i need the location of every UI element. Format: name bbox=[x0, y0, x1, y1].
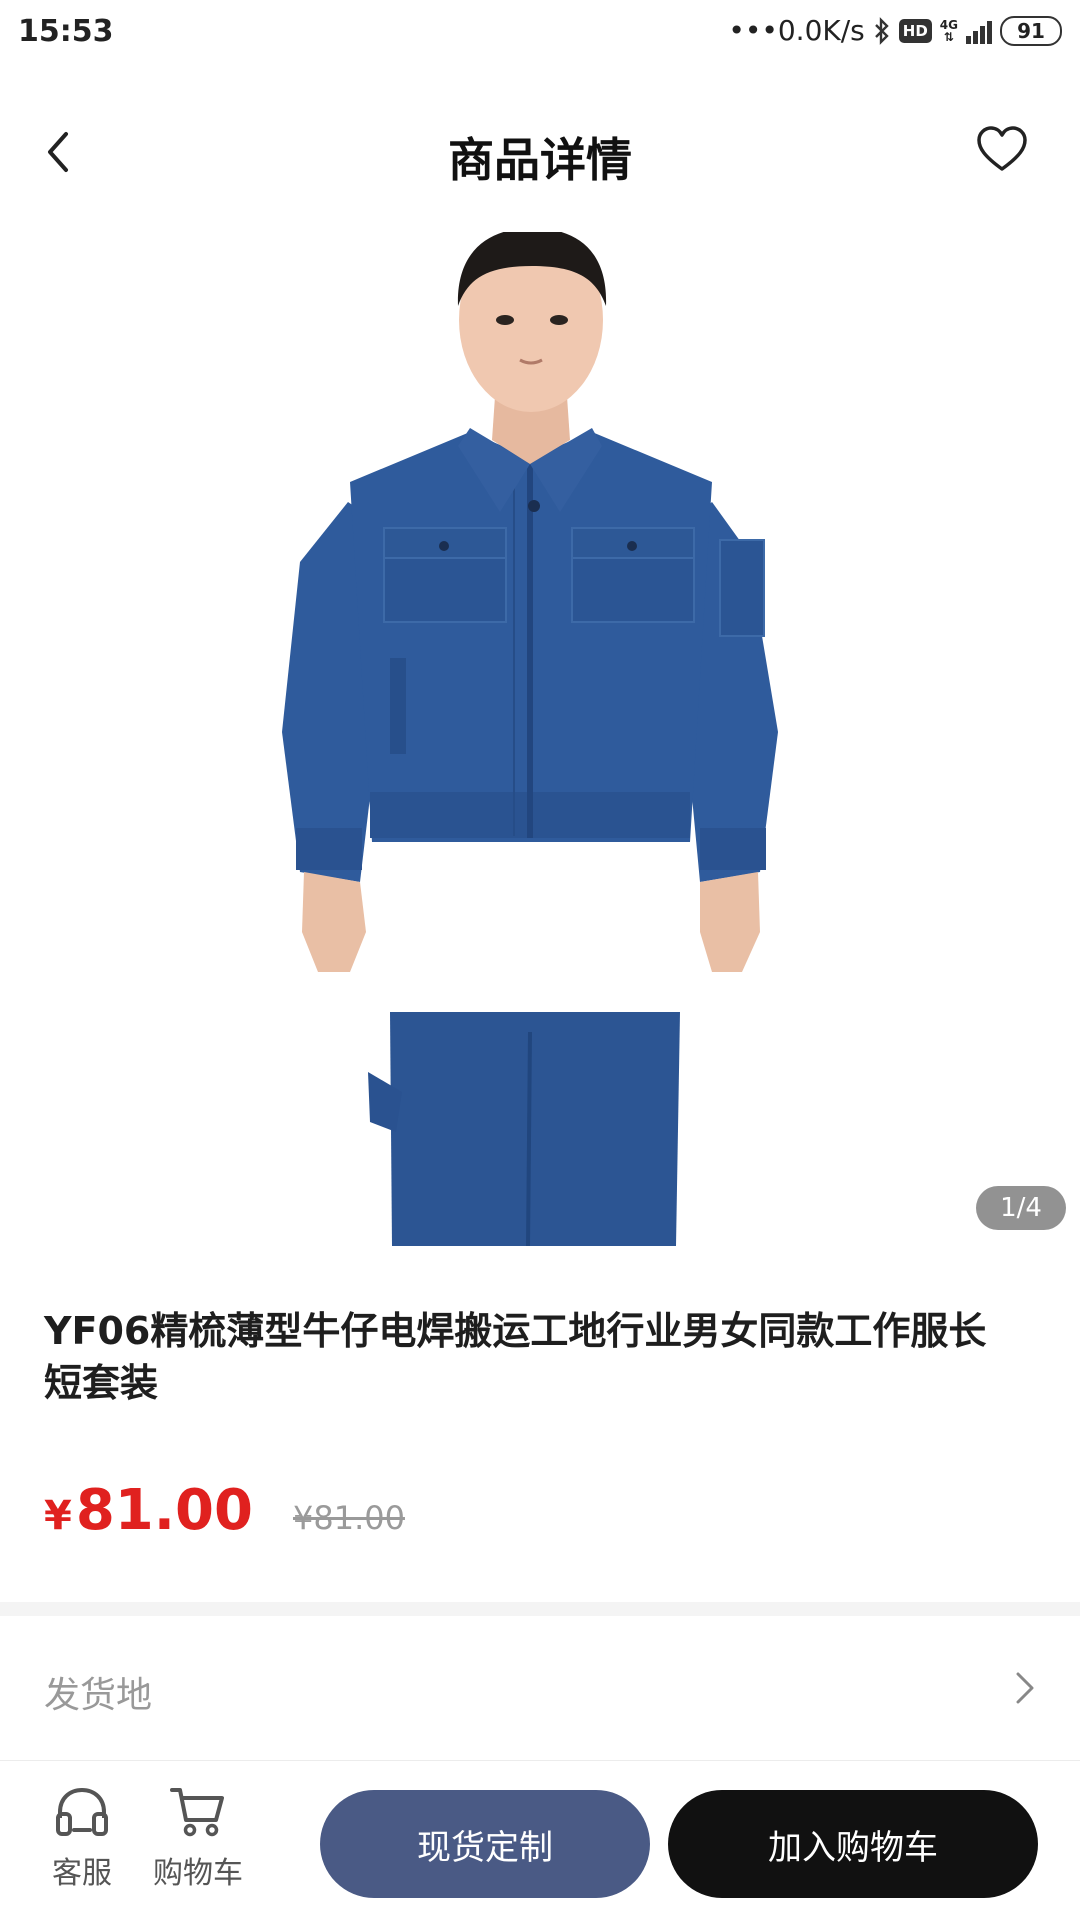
favorite-button[interactable] bbox=[974, 122, 1030, 178]
product-title: YF06精梳薄型牛仔电焊搬运工地行业男女同款工作服长短套装 bbox=[44, 1309, 987, 1405]
battery-level: 91 bbox=[1017, 18, 1045, 43]
net-speed: •••0.0K/s bbox=[728, 14, 865, 47]
status-time: 15:53 bbox=[18, 14, 114, 49]
customer-service-label: 客服 bbox=[52, 1856, 112, 1891]
price-row: ¥ 81.00 ¥81.00 bbox=[44, 1478, 405, 1543]
network-type-label: 4G bbox=[939, 17, 958, 32]
heart-outline-icon bbox=[977, 126, 1027, 171]
image-counter: 1/4 bbox=[976, 1186, 1066, 1230]
headset-icon bbox=[56, 1787, 108, 1836]
page-title: 商品详情 bbox=[448, 133, 632, 187]
hd-badge: HD bbox=[898, 18, 932, 43]
shipping-origin-row[interactable]: 发货地 bbox=[0, 1616, 1080, 1756]
section-divider bbox=[0, 1602, 1080, 1616]
status-bar: 15:53 •••0.0K/s HD 4G ⇅ 91 bbox=[0, 0, 1080, 72]
nav-bar: 商品详情 bbox=[0, 72, 1080, 232]
bottom-action-bar: 客服 购物车 现货定制 加入购物车 bbox=[0, 1762, 1080, 1920]
product-image bbox=[0, 232, 1080, 1246]
bottom-bar-divider bbox=[0, 1760, 1080, 1761]
bluetooth-icon bbox=[874, 16, 889, 45]
cart-button[interactable]: 购物车 bbox=[138, 1784, 258, 1892]
current-price: 81.00 bbox=[75, 1478, 253, 1543]
custom-order-button[interactable]: 现货定制 bbox=[320, 1790, 650, 1898]
cart-label: 购物车 bbox=[153, 1856, 243, 1891]
product-gallery[interactable]: 1/4 bbox=[0, 232, 1080, 1246]
status-icons: •••0.0K/s HD 4G ⇅ 91 bbox=[728, 14, 1062, 47]
original-price: ¥81.00 bbox=[292, 1499, 405, 1537]
battery-icon: 91 bbox=[1000, 15, 1062, 46]
network-type: 4G ⇅ bbox=[940, 19, 958, 43]
add-to-cart-button[interactable]: 加入购物车 bbox=[668, 1790, 1038, 1898]
price-currency: ¥ bbox=[44, 1493, 72, 1539]
signal-icon bbox=[966, 18, 992, 44]
cart-icon bbox=[170, 1788, 224, 1837]
data-arrows-icon: ⇅ bbox=[943, 29, 954, 44]
customer-service-button[interactable]: 客服 bbox=[22, 1784, 142, 1892]
chevron-right-icon bbox=[1016, 1672, 1034, 1704]
shipping-origin-label: 发货地 bbox=[44, 1675, 153, 1716]
